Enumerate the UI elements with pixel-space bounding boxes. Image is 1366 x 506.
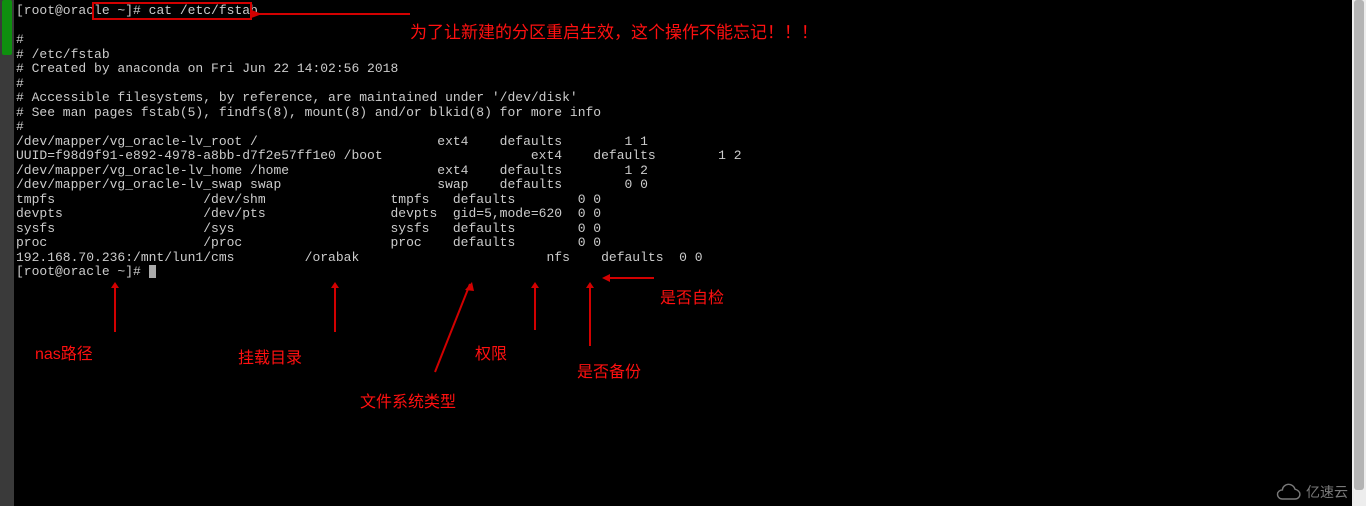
terminal-output[interactable]: [root@oracle ~]# cat /etc/fstab # # /etc… [14, 0, 1352, 506]
fstab-entry: tmpfs /dev/shm tmpfs defaults 0 0 [16, 192, 601, 207]
fstab-entry: proc /proc proc defaults 0 0 [16, 235, 601, 250]
fstab-entry: /dev/mapper/vg_oracle-lv_root / ext4 def… [16, 134, 648, 149]
watermark: 亿速云 [1274, 482, 1348, 502]
fstab-entry: UUID=f98d9f91-e892-4978-a8bb-d7f2e57ff1e… [16, 148, 742, 163]
terminal-cursor [149, 265, 156, 278]
fstab-comment: # [16, 76, 24, 91]
prompt-line-2: [root@oracle ~]# [16, 264, 149, 279]
fstab-entry: /dev/mapper/vg_oracle-lv_swap swap swap … [16, 177, 648, 192]
right-scrollbar-thumb[interactable] [1354, 0, 1364, 490]
fstab-comment: # [16, 119, 24, 134]
scrollbar-thumb[interactable] [2, 0, 12, 55]
fstab-entry: /dev/mapper/vg_oracle-lv_home /home ext4… [16, 163, 648, 178]
left-scrollbar[interactable] [0, 0, 14, 506]
cloud-icon [1274, 483, 1302, 501]
fstab-comment: # /etc/fstab [16, 47, 110, 62]
prompt-line: [root@oracle ~]# cat /etc/fstab [16, 3, 258, 18]
right-scrollbar[interactable] [1352, 0, 1366, 506]
fstab-comment: # See man pages fstab(5), findfs(8), mou… [16, 105, 601, 120]
fstab-comment: # Accessible filesystems, by reference, … [16, 90, 578, 105]
fstab-comment: # Created by anaconda on Fri Jun 22 14:0… [16, 61, 398, 76]
fstab-entry-nfs: 192.168.70.236:/mnt/lun1/cms /orabak nfs… [16, 250, 703, 265]
fstab-entry: sysfs /sys sysfs defaults 0 0 [16, 221, 601, 236]
fstab-comment: # [16, 32, 24, 47]
fstab-entry: devpts /dev/pts devpts gid=5,mode=620 0 … [16, 206, 601, 221]
